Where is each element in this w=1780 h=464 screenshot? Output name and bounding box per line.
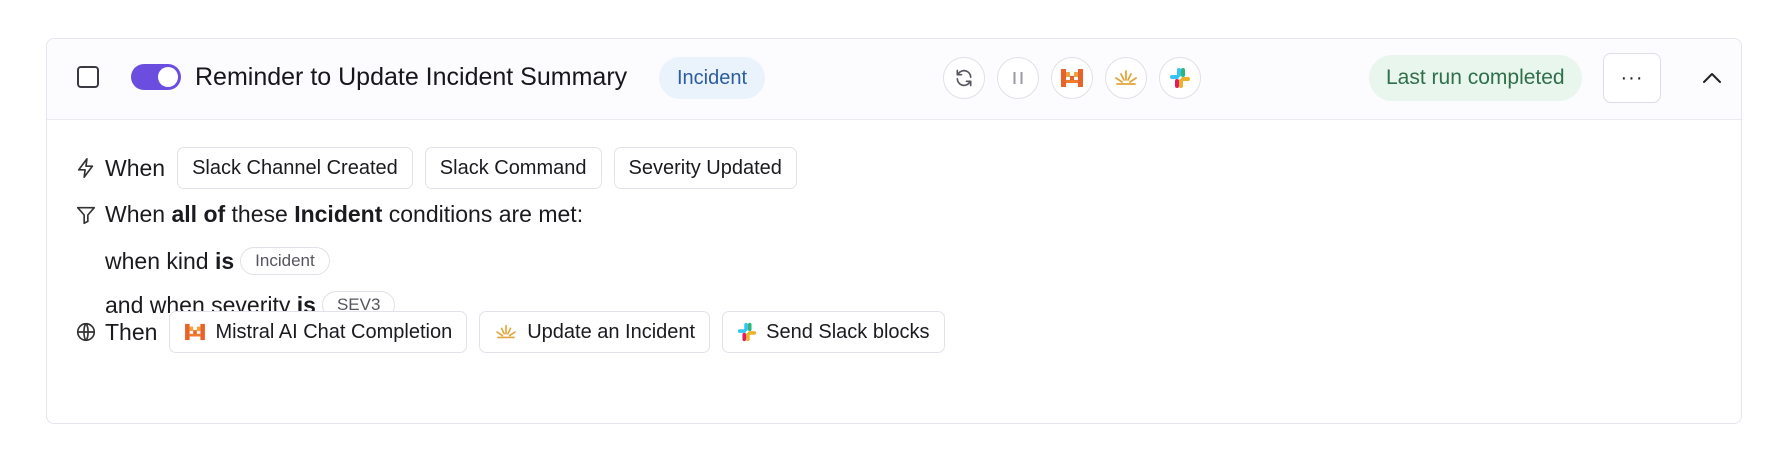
chevron-up-icon: [1703, 73, 1721, 83]
automation-card: Reminder to Update Incident Summary Inci…: [46, 38, 1742, 424]
condition-field: when kind: [105, 247, 209, 274]
trigger-chip[interactable]: Slack Command: [424, 147, 602, 189]
lightning-icon: [73, 155, 99, 181]
conditions-quantifier: all of: [171, 201, 226, 227]
toggle-knob: [158, 67, 178, 87]
mistral-icon: [184, 323, 206, 341]
action-chip[interactable]: Mistral AI Chat Completion: [169, 311, 468, 353]
then-row: Then Mistral AI Chat Completion Update a…: [73, 311, 957, 353]
conditions-intro-pre: When: [105, 201, 166, 227]
action-label: Send Slack blocks: [766, 321, 930, 343]
then-label: Then: [105, 318, 158, 345]
slack-icon: [1170, 68, 1190, 88]
last-run-status-badge: Last run completed: [1369, 55, 1582, 101]
conditions-entity: Incident: [294, 201, 383, 227]
select-checkbox[interactable]: [77, 66, 99, 88]
condition-value: Incident: [240, 247, 330, 275]
globe-icon: [73, 319, 99, 345]
conditions-intro-post: conditions are met:: [388, 201, 584, 227]
action-chip[interactable]: Send Slack blocks: [722, 311, 945, 353]
action-chip[interactable]: Update an Incident: [479, 311, 711, 353]
trigger-chip[interactable]: Slack Channel Created: [177, 147, 413, 189]
category-tag: Incident: [659, 57, 766, 99]
action-label: Update an Incident: [527, 321, 696, 343]
conditions-intro: When all of these Incident conditions ar…: [73, 201, 583, 228]
conditions-intro-mid: these: [231, 201, 288, 227]
condition-operator: is: [214, 247, 235, 274]
more-options-button[interactable]: ···: [1603, 53, 1661, 103]
integration-incident-button[interactable]: [1105, 57, 1147, 99]
rerun-button[interactable]: [943, 57, 985, 99]
pause-button[interactable]: [997, 57, 1039, 99]
integration-slack-button[interactable]: [1159, 57, 1201, 99]
filter-icon: [73, 202, 99, 228]
incident-lotus-icon: [494, 323, 518, 341]
trigger-chip[interactable]: Severity Updated: [613, 147, 797, 189]
when-row: When Slack Channel Created Slack Command…: [73, 147, 809, 189]
mistral-icon: [1061, 69, 1083, 87]
collapse-button[interactable]: [1697, 63, 1727, 93]
when-label: When: [105, 154, 166, 181]
integration-mistral-button[interactable]: [1051, 57, 1093, 99]
condition-row: when kind is Incident: [105, 247, 330, 275]
automation-title: Reminder to Update Incident Summary: [195, 63, 628, 91]
incident-lotus-icon: [1115, 70, 1137, 85]
pause-icon: [1013, 72, 1023, 84]
slack-icon: [737, 322, 757, 342]
refresh-icon: [956, 69, 972, 87]
enabled-toggle[interactable]: [131, 64, 181, 90]
automation-header[interactable]: Reminder to Update Incident Summary Inci…: [47, 39, 1741, 120]
action-label: Mistral AI Chat Completion: [215, 321, 453, 343]
